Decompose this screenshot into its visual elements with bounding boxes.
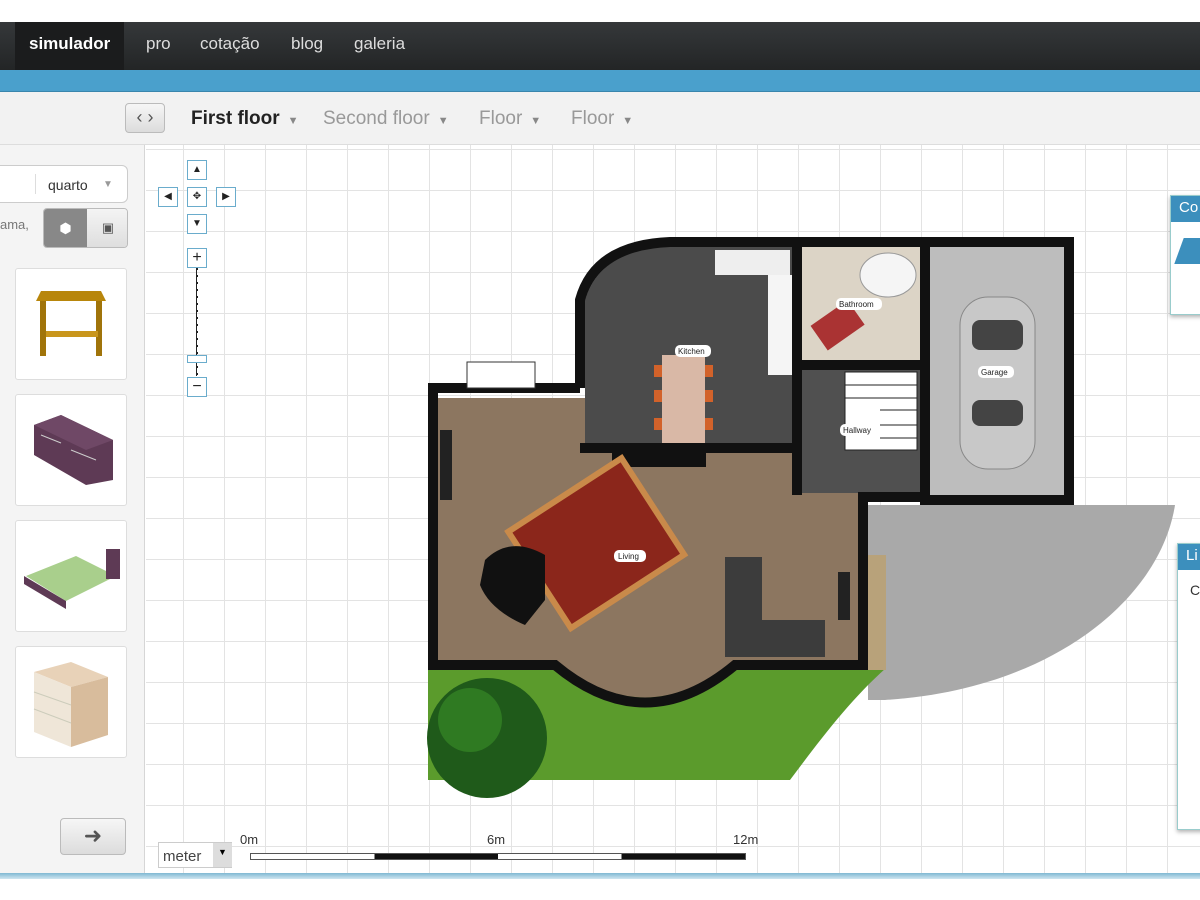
driveway-gravel [868, 505, 1175, 700]
pan-left-icon[interactable]: ◀ [158, 187, 178, 207]
caret-down-icon: ▼ [213, 843, 232, 867]
zoom-out-icon[interactable]: − [187, 377, 207, 397]
list-panel: Li C [1177, 543, 1200, 830]
scale-tick-6: 6m [487, 832, 506, 847]
scale-tick-12: 12m [733, 832, 759, 847]
dining-table [662, 355, 705, 443]
bookshelf [440, 430, 452, 500]
french-door [466, 361, 536, 389]
panel-text: C [1190, 582, 1200, 598]
panel-title: Li [1178, 544, 1200, 570]
center-view-icon[interactable]: ✥ [187, 187, 207, 207]
unit-select[interactable]: meter ▼ [158, 842, 232, 868]
room-label-garage: Garage [981, 368, 1008, 377]
construction-panel: Co [1170, 195, 1200, 315]
tv [838, 572, 850, 620]
room-label-living: Living [618, 552, 639, 561]
unit-value: meter [163, 848, 202, 865]
room-label-hallway: Hallway [843, 426, 871, 435]
scale-bar [250, 853, 746, 860]
pan-down-icon[interactable]: ▼ [187, 214, 207, 234]
kitchen-counter [768, 275, 792, 375]
scale-tick-0: 0m [240, 832, 259, 847]
stove [715, 250, 790, 275]
floor-plan: Kitchen Bathroom Hallway Garage Living [427, 237, 1175, 798]
room-label-bathroom: Bathroom [839, 300, 874, 309]
pan-right-icon[interactable]: ▶ [216, 187, 236, 207]
zoom-slider-handle[interactable] [187, 355, 207, 363]
panel-title: Co [1171, 196, 1200, 222]
room-label-kitchen: Kitchen [678, 347, 705, 356]
wall-tool-icon[interactable] [1174, 238, 1200, 264]
bathtub [859, 252, 917, 298]
pan-up-icon[interactable]: ▲ [187, 160, 207, 180]
bottom-border [0, 873, 1200, 879]
stone-wall [868, 555, 886, 670]
zoom-in-icon[interactable]: + [187, 248, 207, 268]
